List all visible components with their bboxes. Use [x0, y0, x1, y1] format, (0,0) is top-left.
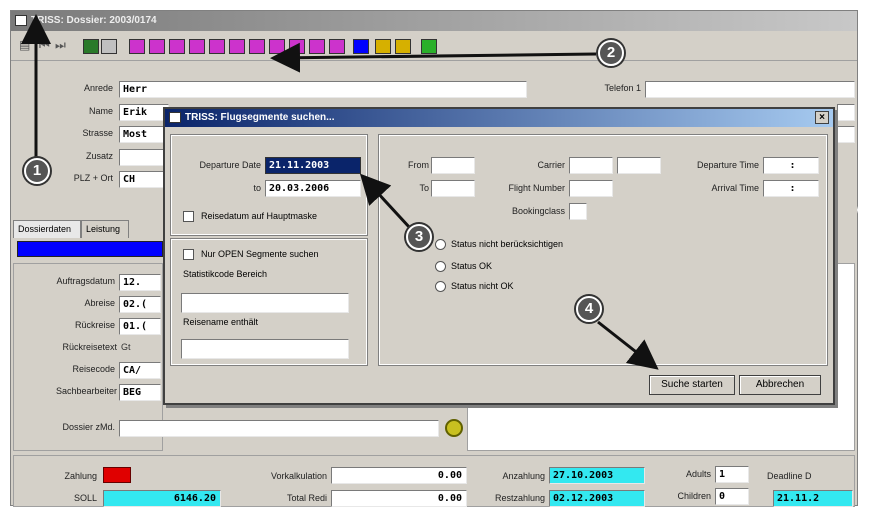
arrow-2	[270, 42, 597, 73]
arrow-4	[597, 320, 659, 370]
callout-badge-4: 4	[576, 296, 602, 322]
callout-badge-2: 2	[598, 40, 624, 66]
arrow-3	[359, 173, 412, 230]
callout-badge-3: 3	[406, 224, 432, 250]
torn-edge	[857, 0, 875, 516]
callout-badge-1: 1	[24, 158, 50, 184]
callout-arrows	[21, 14, 659, 370]
screenshot-stage: TRISS: Dossier: 2003/0174 ▤ ⏮ ⏭ Anrede H…	[0, 0, 875, 516]
